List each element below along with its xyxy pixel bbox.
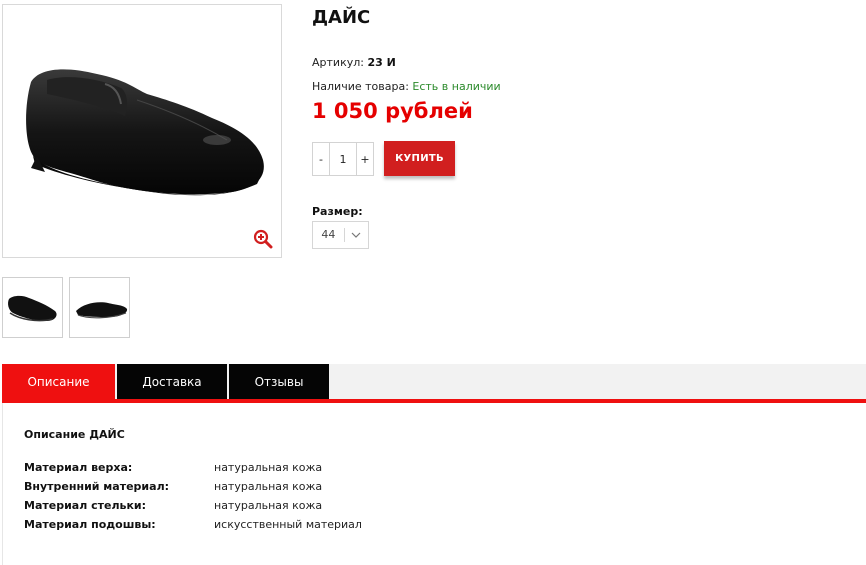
shoe-thumbnail-image	[8, 295, 57, 322]
tab-delivery[interactable]: Доставка	[117, 364, 227, 399]
zoom-in-icon[interactable]	[253, 229, 273, 249]
spec-key: Материал верха:	[24, 461, 133, 474]
stock-status: Есть в наличии	[412, 80, 501, 93]
article-line: Артикул: 23 И	[312, 56, 396, 69]
product-tabs: Описание Доставка Отзывы	[2, 364, 866, 399]
spec-value: искусственный материал	[214, 518, 362, 531]
tab-reviews[interactable]: Отзывы	[229, 364, 329, 399]
article-value: 23 И	[367, 56, 396, 69]
quantity-decrease-button[interactable]: -	[313, 143, 329, 175]
stock-line: Наличие товара: Есть в наличии	[312, 80, 501, 93]
product-main-image[interactable]	[2, 4, 282, 258]
size-selected-value: 44	[313, 228, 345, 242]
shoe-image	[26, 69, 264, 196]
chevron-down-icon	[345, 232, 368, 238]
article-label: Артикул:	[312, 56, 364, 69]
stock-label: Наличие товара:	[312, 80, 409, 93]
product-price: 1 050 рублей	[312, 99, 473, 123]
quantity-input[interactable]: 1	[329, 143, 357, 175]
description-panel: Описание ДАЙС Материал верха: натуральна…	[2, 403, 866, 565]
spec-key: Внутренний материал:	[24, 480, 170, 493]
spec-key: Материал подошвы:	[24, 518, 156, 531]
size-select[interactable]: 44	[312, 221, 369, 249]
thumbnail-2[interactable]	[69, 277, 130, 338]
spec-value: натуральная кожа	[214, 461, 323, 474]
tab-description[interactable]: Описание	[2, 364, 115, 399]
description-title: Описание ДАЙС	[24, 428, 125, 441]
shoe-thumbnail-image	[76, 302, 128, 319]
buy-button[interactable]: КУПИТЬ	[384, 141, 455, 176]
spec-value: натуральная кожа	[214, 480, 323, 493]
spec-value: натуральная кожа	[214, 499, 323, 512]
quantity-stepper: - 1 +	[312, 142, 374, 176]
quantity-increase-button[interactable]: +	[357, 143, 373, 175]
spec-key: Материал стельки:	[24, 499, 147, 512]
size-label: Размер:	[312, 205, 363, 218]
product-title: ДАЙС	[312, 7, 371, 28]
thumbnail-1[interactable]	[2, 277, 63, 338]
